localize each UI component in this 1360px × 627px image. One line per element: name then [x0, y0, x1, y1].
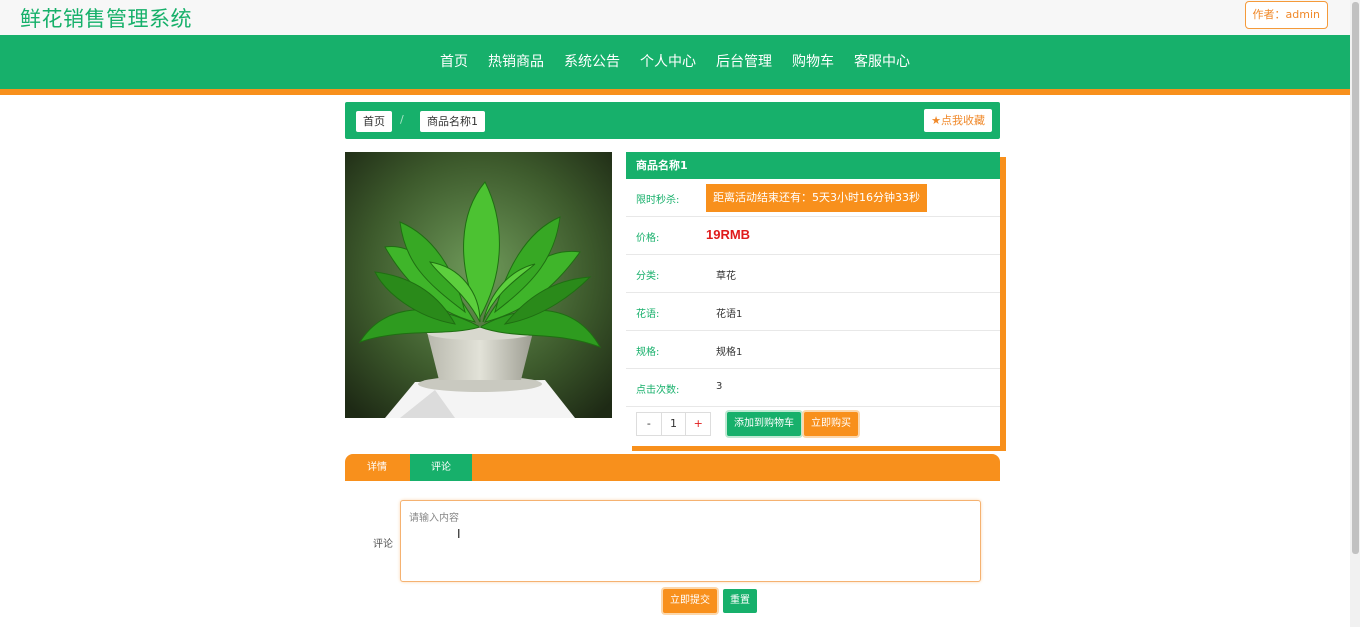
- main-nav: 首页 热销商品 系统公告 个人中心 后台管理 购物车 客服中心: [0, 35, 1350, 89]
- category-value: 草花: [716, 271, 736, 282]
- flash-sale-row: 限时秒杀: 距离活动结束还有：5天3小时16分钟33秒: [626, 179, 1000, 217]
- product-name: 商品名称1: [626, 152, 1000, 179]
- nav-item-hot-products[interactable]: 热销商品: [478, 35, 554, 89]
- price-value: 19RMB: [706, 227, 751, 242]
- quantity-input[interactable]: 1: [662, 413, 686, 435]
- favorite-button[interactable]: ★点我收藏: [924, 109, 992, 132]
- site-title: 鲜花销售管理系统: [20, 7, 192, 31]
- flower-language-row: 花语: 花语1: [626, 293, 1000, 331]
- comment-textarea[interactable]: 请输入内容 I: [400, 500, 981, 582]
- top-header: 鲜花销售管理系统 作者：admin: [0, 0, 1350, 35]
- tab-comment[interactable]: 评论: [410, 454, 472, 481]
- star-icon: ★: [931, 114, 941, 127]
- nav-accent-stripe: [0, 89, 1350, 95]
- product-info-card: 商品名称1 限时秒杀: 距离活动结束还有：5天3小时16分钟33秒 价格: 19…: [626, 152, 1000, 446]
- category-row: 分类: 草花: [626, 255, 1000, 293]
- tab-detail[interactable]: 详情: [345, 454, 409, 481]
- quantity-decrement-button[interactable]: -: [637, 413, 662, 435]
- nav-item-customer-service[interactable]: 客服中心: [844, 35, 920, 89]
- comment-label: 评论: [373, 539, 393, 550]
- flower-language-value: 花语1: [716, 309, 743, 320]
- price-row: 价格: 19RMB: [626, 217, 1000, 255]
- comment-placeholder: 请输入内容: [409, 513, 459, 524]
- price-label: 价格:: [636, 233, 660, 244]
- purchase-row: - 1 + 添加到购物车 立即购买: [626, 407, 1000, 447]
- breadcrumb-home[interactable]: 首页: [356, 111, 392, 132]
- spec-label: 规格:: [636, 347, 660, 358]
- spec-row: 规格: 规格1: [626, 331, 1000, 369]
- spec-value: 规格1: [716, 347, 743, 358]
- buy-now-button[interactable]: 立即购买: [804, 412, 858, 436]
- nav-item-announcements[interactable]: 系统公告: [554, 35, 630, 89]
- category-label: 分类:: [636, 271, 660, 282]
- nav-item-admin[interactable]: 后台管理: [706, 35, 782, 89]
- detail-tabs: 详情 评论: [345, 454, 1000, 481]
- flash-sale-label: 限时秒杀:: [636, 195, 680, 206]
- nav-item-cart[interactable]: 购物车: [782, 35, 844, 89]
- submit-button[interactable]: 立即提交: [663, 589, 717, 613]
- countdown-badge: 距离活动结束还有：5天3小时16分钟33秒: [706, 184, 927, 212]
- nav-item-home[interactable]: 首页: [430, 35, 478, 89]
- clicks-label: 点击次数:: [636, 385, 680, 396]
- author-button[interactable]: 作者：admin: [1244, 1, 1328, 29]
- text-cursor-icon: I: [457, 527, 461, 541]
- quantity-stepper: - 1 +: [636, 412, 711, 436]
- nav-item-personal-center[interactable]: 个人中心: [630, 35, 706, 89]
- clicks-value: 3: [716, 381, 723, 392]
- product-image: [345, 152, 612, 418]
- reset-button[interactable]: 重置: [723, 589, 757, 613]
- breadcrumb-current[interactable]: 商品名称1: [420, 111, 485, 132]
- flower-language-label: 花语:: [636, 309, 660, 320]
- quantity-increment-button[interactable]: +: [685, 413, 710, 435]
- favorite-label: 点我收藏: [941, 114, 985, 127]
- breadcrumb-separator: /: [400, 113, 404, 126]
- add-to-cart-button[interactable]: 添加到购物车: [727, 412, 801, 436]
- clicks-row: 点击次数: 3: [626, 369, 1000, 407]
- breadcrumb: 首页 / 商品名称1 ★点我收藏: [345, 102, 1000, 139]
- scrollbar-thumb[interactable]: [1352, 2, 1359, 554]
